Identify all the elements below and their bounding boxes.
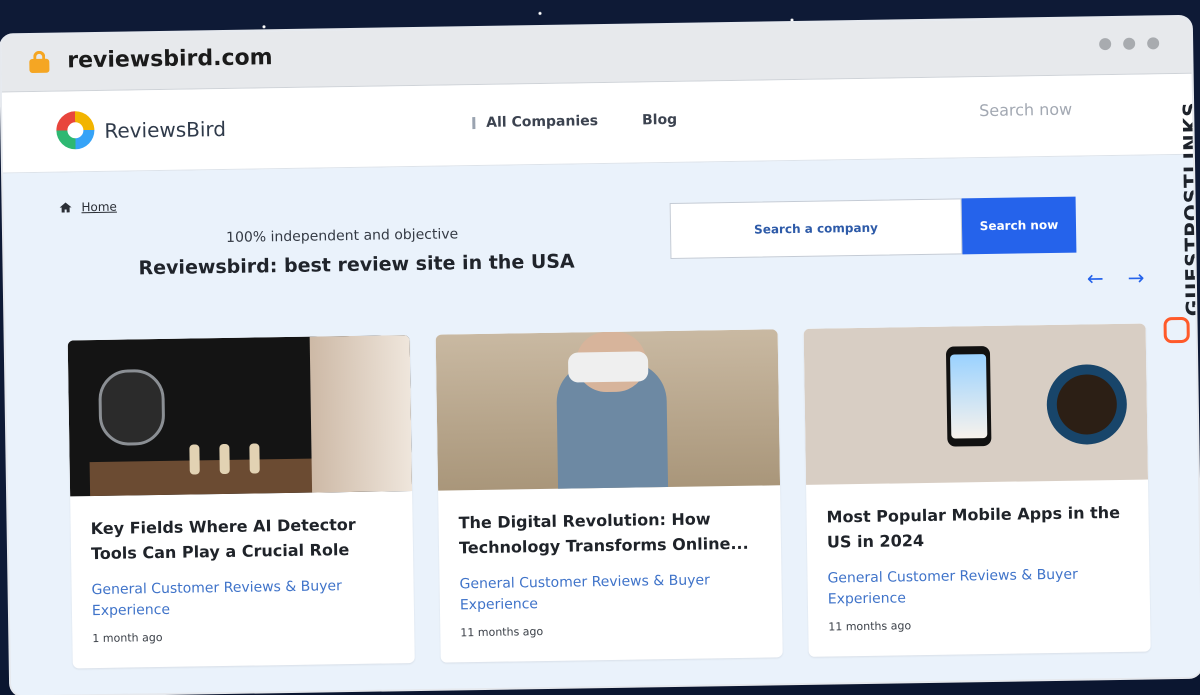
browser-window: reviewsbird.com ReviewsBird All Companie… [0, 16, 1200, 695]
arrow-left-icon[interactable]: ← [1087, 266, 1104, 290]
card-time: 11 months ago [460, 625, 544, 640]
url-text[interactable]: reviewsbird.com [67, 45, 273, 73]
card-title[interactable]: Most Popular Mobile Apps in the US in 20… [826, 500, 1129, 555]
window-controls[interactable] [1099, 37, 1160, 51]
person [309, 335, 413, 493]
article-card[interactable]: Key Fields Where AI Detector Tools Can P… [67, 335, 415, 669]
search-input[interactable]: Search a company [669, 198, 963, 259]
article-card[interactable]: Most Popular Mobile Apps in the US in 20… [803, 323, 1151, 657]
nav-all-companies[interactable]: All Companies [472, 113, 598, 131]
chess-piece [189, 444, 200, 475]
card-body: Key Fields Where AI Detector Tools Can P… [70, 491, 414, 645]
card-category[interactable]: General Customer Reviews & Buyer Experie… [827, 564, 1130, 611]
lock-icon [29, 50, 50, 74]
breadcrumb-home[interactable]: Home [81, 200, 117, 215]
robot-arm [98, 368, 166, 446]
phone [945, 345, 992, 447]
card-time: 1 month ago [92, 631, 163, 646]
arrow-right-icon[interactable]: → [1127, 266, 1144, 290]
search-button[interactable]: Search now [961, 196, 1077, 255]
card-title[interactable]: Key Fields Where AI Detector Tools Can P… [90, 511, 393, 566]
phone-screen [950, 354, 988, 439]
main-nav: All Companies Blog [472, 112, 677, 131]
carousel-arrows: ← → [1087, 266, 1145, 291]
card-list: Key Fields Where AI Detector Tools Can P… [67, 323, 1151, 669]
lock-body [29, 58, 50, 74]
nav-all-companies-label[interactable]: All Companies [486, 113, 598, 131]
window-dot[interactable] [1123, 37, 1136, 50]
site-logo-text[interactable]: ReviewsBird [104, 117, 226, 143]
card-body: Most Popular Mobile Apps in the US in 20… [806, 480, 1150, 634]
card-category[interactable]: General Customer Reviews & Buyer Experie… [459, 570, 762, 617]
vr-headset [567, 351, 649, 383]
chain-link-icon [1163, 316, 1190, 344]
chess-piece [219, 443, 230, 475]
page-title: Reviewsbird: best review site in the USA [138, 250, 575, 280]
window-dot[interactable] [1099, 38, 1112, 51]
article-image[interactable] [803, 323, 1149, 485]
window-dot[interactable] [1147, 37, 1160, 50]
logo-icon[interactable] [56, 111, 95, 150]
nav-blog[interactable]: Blog [642, 112, 677, 129]
card-time: 11 months ago [828, 619, 912, 634]
card-body: The Digital Revolution: How Technology T… [438, 485, 782, 639]
nav-bar-icon [472, 117, 476, 130]
main-content: Home 100% independent and objective Revi… [3, 154, 1200, 695]
home-icon [59, 202, 72, 213]
article-image[interactable] [67, 335, 413, 497]
card-category[interactable]: General Customer Reviews & Buyer Experie… [91, 575, 394, 622]
side-brand: GUESTPOSTLINKS [1160, 67, 1200, 387]
tagline: 100% independent and objective [225, 226, 459, 246]
header-search-link[interactable]: Search now [979, 100, 1072, 120]
company-search: Search a company Search now [669, 196, 1077, 259]
card-title[interactable]: The Digital Revolution: How Technology T… [458, 506, 761, 561]
article-image[interactable] [435, 329, 781, 491]
breadcrumb[interactable]: Home [59, 200, 117, 215]
article-card[interactable]: The Digital Revolution: How Technology T… [435, 329, 783, 663]
chess-piece [249, 443, 260, 474]
